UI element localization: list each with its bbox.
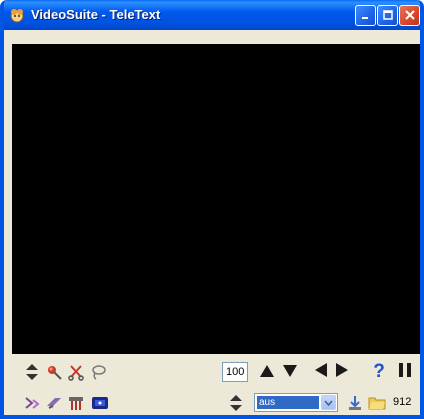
page-count: 912 <box>393 396 412 408</box>
arrow-down-icon <box>282 363 298 382</box>
minimize-icon <box>360 6 372 25</box>
arrow-left-button[interactable] <box>310 361 332 383</box>
window-title: VideoSuite - TeleText <box>31 7 161 22</box>
settings-icon[interactable] <box>66 393 86 413</box>
updown-arrows-small-icon[interactable] <box>226 393 246 413</box>
capture-icon[interactable] <box>44 393 64 413</box>
close-button[interactable] <box>399 5 420 26</box>
maximize-button[interactable] <box>377 5 398 26</box>
help-button[interactable]: ? <box>368 361 390 383</box>
save-icon[interactable] <box>345 393 365 413</box>
lasso-icon[interactable] <box>88 362 108 382</box>
minimize-button[interactable] <box>355 5 376 26</box>
toolbar: 100 ? aus 912 <box>4 356 420 415</box>
red-pin-icon[interactable] <box>44 362 64 382</box>
mode-select-value: aus <box>257 396 319 409</box>
title-bar[interactable]: VideoSuite - TeleText <box>4 0 420 30</box>
scissors-icon[interactable] <box>66 362 86 382</box>
page-number-input[interactable]: 100 <box>222 362 248 382</box>
svg-text:?: ? <box>373 361 385 380</box>
chevron-down-icon[interactable] <box>321 395 336 410</box>
channel-icon[interactable] <box>22 393 42 413</box>
arrow-up-icon <box>259 363 275 382</box>
arrow-right-button[interactable] <box>331 361 353 383</box>
tv-icon[interactable] <box>90 393 110 413</box>
pause-button[interactable] <box>394 361 416 383</box>
arrow-up-button[interactable] <box>256 361 278 383</box>
maximize-icon <box>382 6 394 25</box>
app-icon <box>8 6 26 24</box>
folder-icon[interactable] <box>367 393 387 413</box>
app-window: VideoSuite - TeleText 100 ? aus 912 <box>0 0 424 419</box>
arrow-left-icon <box>314 362 328 382</box>
mode-select[interactable]: aus <box>254 393 338 412</box>
teletext-video-area[interactable] <box>12 44 420 354</box>
arrow-right-icon <box>335 362 349 382</box>
pause-icon <box>398 362 412 382</box>
help-icon: ? <box>371 360 387 384</box>
updown-arrows-icon[interactable] <box>22 362 42 382</box>
close-icon <box>404 6 416 25</box>
arrow-down-button[interactable] <box>279 361 301 383</box>
